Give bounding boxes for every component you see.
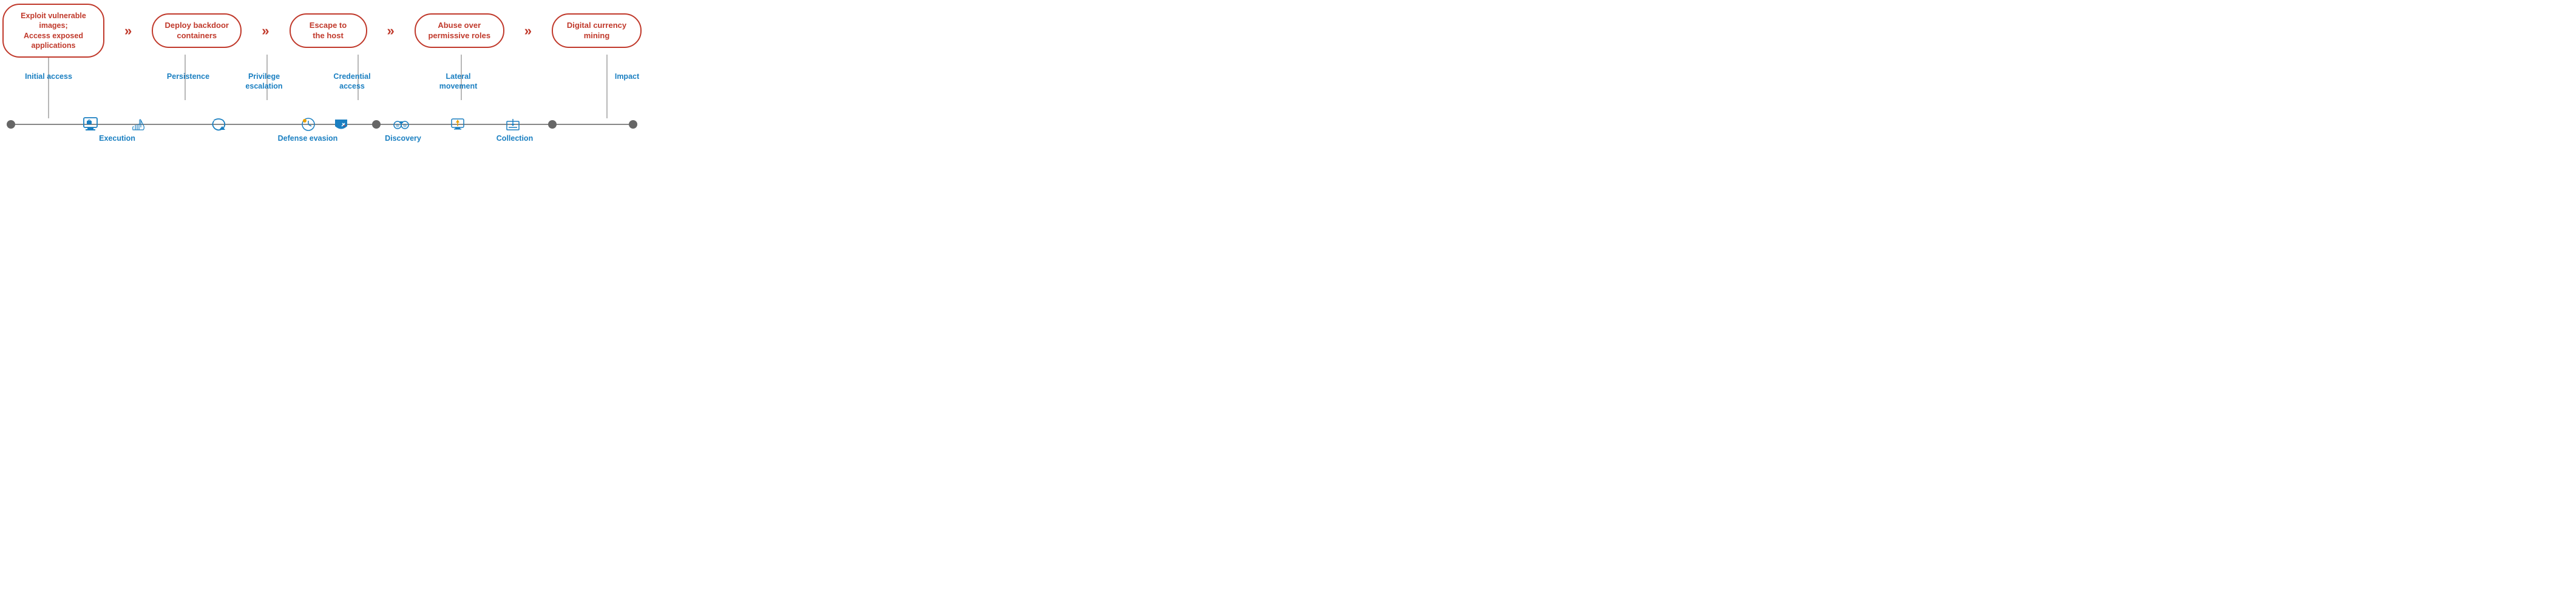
bubble-deploy: Deploy backdoor containers: [152, 13, 242, 49]
bubble-exploit: Exploit vulnerable images; Access expose…: [2, 4, 104, 58]
arrow-1: »: [124, 23, 132, 39]
arrow-3: »: [387, 23, 395, 39]
tlabel-collection: Collection: [490, 133, 539, 143]
label-impact: Impact: [612, 72, 642, 81]
label-initial-access: Initial access: [18, 72, 79, 81]
svg-text:×: ×: [344, 124, 345, 128]
tlabel-execution: Execution: [90, 133, 144, 143]
label-privilege-escalation: Privilege escalation: [237, 72, 291, 92]
bubble-mining: Digital currency mining: [552, 13, 642, 49]
bubble-abuse: Abuse over permissive roles: [415, 13, 504, 49]
label-persistence: Persistence: [161, 72, 215, 81]
arrow-2: »: [262, 23, 269, 39]
label-credential-access: Credential access: [325, 72, 379, 92]
tlabel-defense-evasion: Defense evasion: [274, 133, 341, 143]
label-lateral-movement: Lateral movement: [431, 72, 486, 92]
arrow-4: »: [524, 23, 532, 39]
bubble-escape: Escape to the host: [290, 13, 367, 49]
tlabel-discovery: Discovery: [379, 133, 427, 143]
diagram-container: × Exploit vulnerable images; Access expo…: [0, 0, 644, 153]
